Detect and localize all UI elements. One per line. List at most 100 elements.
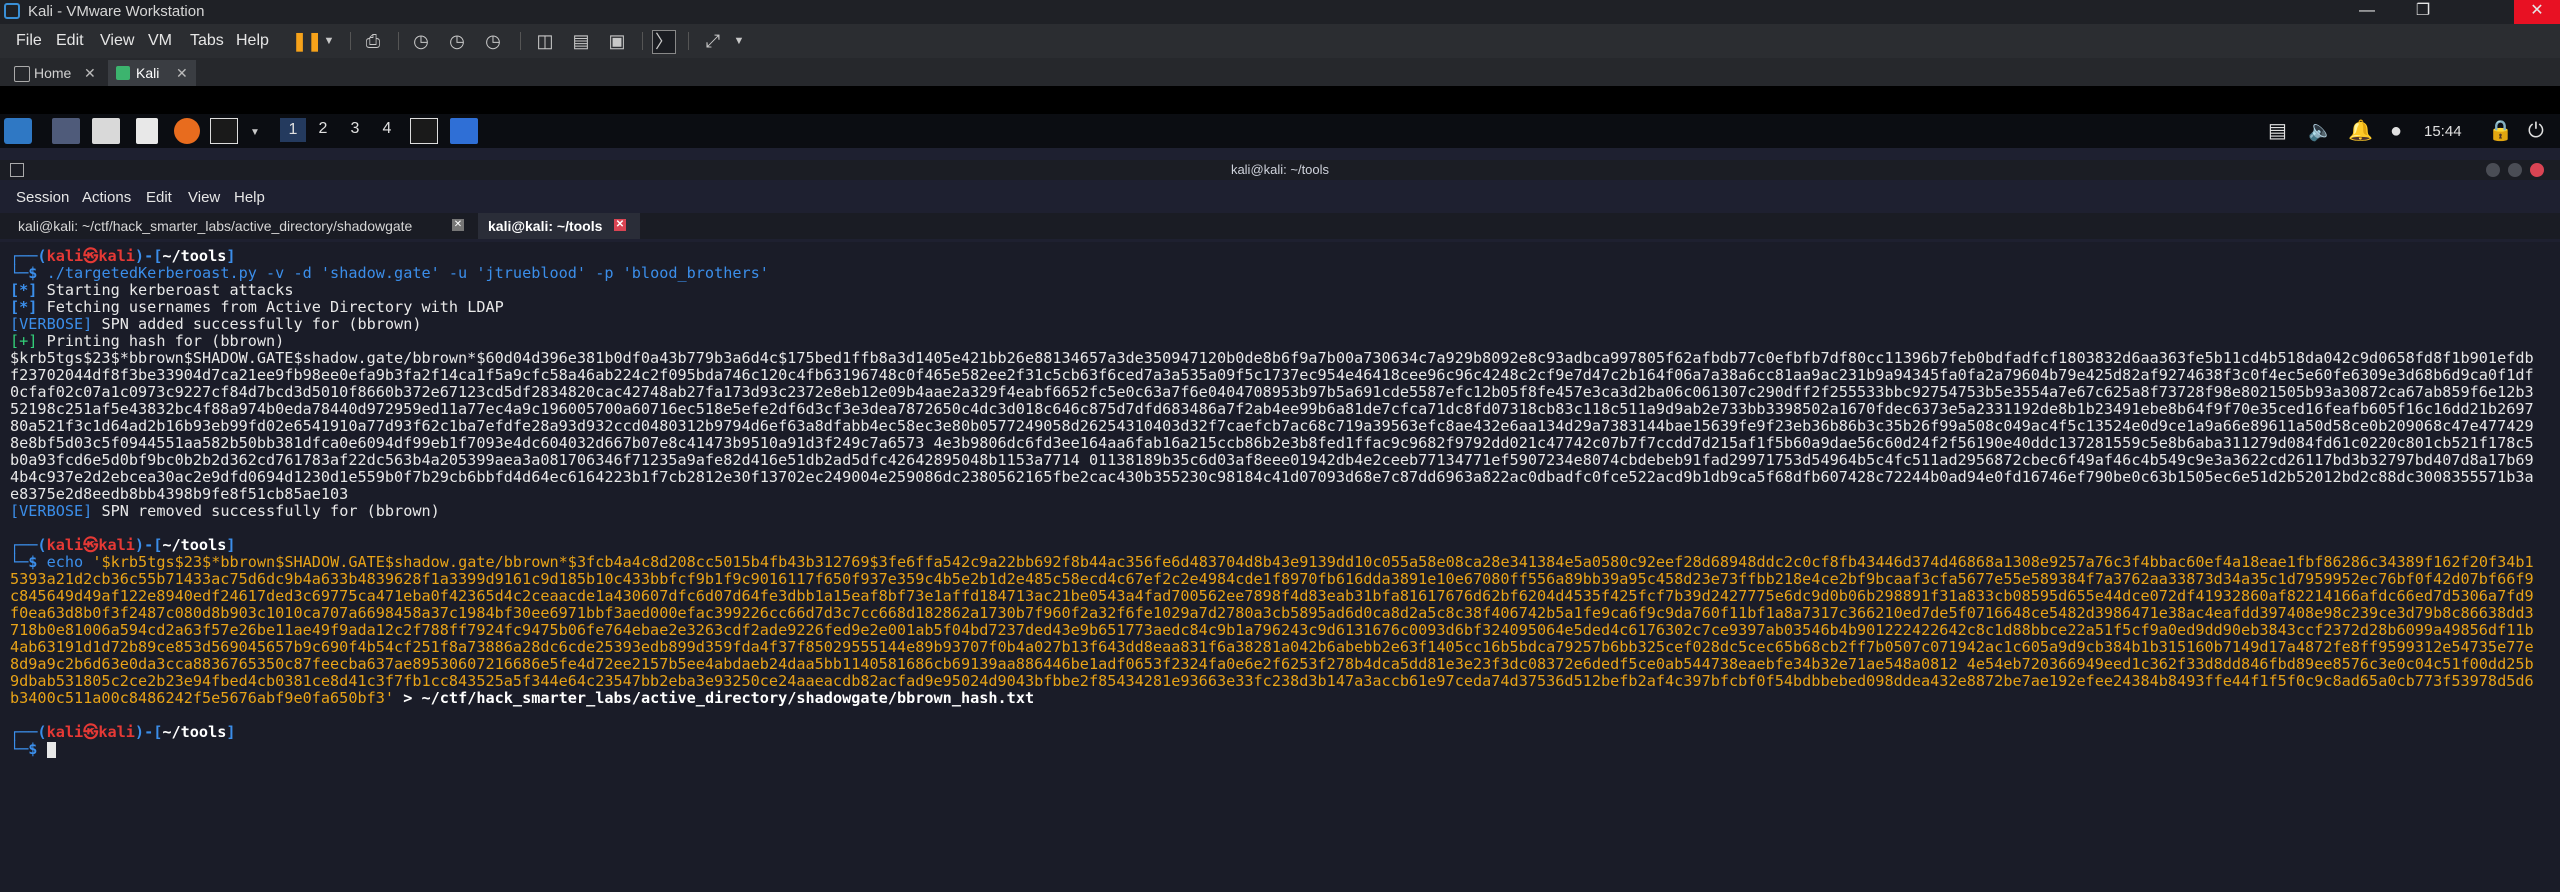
file-manager-icon[interactable] [92,118,120,144]
konsole-title-bar: kali@kali: ~/tools [0,160,2560,180]
volume-icon[interactable]: 🔈 [2308,120,2333,142]
minimize-button[interactable]: — [2344,0,2390,24]
konsole-tab-shadowgate[interactable]: kali@kali: ~/ctf/hack_smarter_labs/activ… [8,213,468,239]
konsole-app-icon [10,163,24,177]
konsole-minimize-button[interactable] [2486,163,2500,177]
close-tab-icon[interactable]: ✕ [84,60,96,86]
konsole-tab-label: kali@kali: ~/tools [488,218,603,234]
toolbar-separator [642,32,643,50]
chevron-down-icon[interactable]: ▼ [244,122,266,144]
fullscreen-icon[interactable]: ▣ [606,30,628,52]
konsole-maximize-button[interactable] [2508,163,2522,177]
menu-view[interactable]: View [100,32,134,50]
workspace-1[interactable]: 1 [280,118,306,142]
workspace-2[interactable]: 2 [310,120,336,138]
desktop-gap [0,148,2560,160]
tab-home[interactable]: Home ✕ [6,60,102,86]
menu-edit[interactable]: Edit [56,32,84,50]
close-tab-icon[interactable]: ✕ [176,60,188,86]
konsole-tab-bar: kali@kali: ~/ctf/hack_smarter_labs/activ… [0,213,2560,239]
task-terminal-icon[interactable] [410,118,438,144]
send-keys-icon[interactable]: ⎙ [362,30,384,52]
toolbar-separator [520,32,521,50]
kerberos-hash-output: $krb5tgs$23$*bbrown$SHADOW.GATE$shadow.g… [10,349,2534,503]
vmware-logo-icon [4,3,20,19]
revert-snapshot-icon[interactable]: ◷ [446,30,468,52]
workspace-4[interactable]: 4 [374,120,400,138]
panel-clock[interactable]: 15:44 [2424,123,2462,140]
toolbar-separator [398,32,399,50]
konsole-close-button[interactable] [2530,163,2544,177]
prompt-host: kali [98,247,135,265]
home-icon [14,66,30,82]
kali-panel: ▼ 1 2 3 4 ▤ 🔈 🔔 ● 15:44 🔒 ⏻ [0,114,2560,148]
vmware-title-bar: Kali - VMware Workstation — ❐ ✕ [0,0,2560,24]
konsole-menu-bar: Session Actions Edit View Help [0,185,2560,209]
chevron-down-icon[interactable]: ▼ [728,30,750,52]
menu-vm[interactable]: VM [148,32,172,50]
echo-hash-argument: '$krb5tgs$23$*bbrown$SHADOW.GATE$shadow.… [10,553,2534,707]
firefox-icon[interactable] [174,118,200,144]
tab-home-label: Home [34,65,72,81]
vmware-tab-bar: Home ✕ Kali ✕ [0,58,2560,86]
close-tab-icon[interactable]: ✕ [452,219,464,231]
output-line: Starting kerberoast attacks [46,281,294,299]
prompt-dir: ~/tools [162,723,227,741]
workspace-3[interactable]: 3 [342,120,368,138]
restore-button[interactable]: ❐ [2400,0,2446,24]
close-tab-icon[interactable]: ✕ [614,219,626,231]
menu-file[interactable]: File [16,32,42,50]
toolbar-separator [350,32,351,50]
text-editor-icon[interactable] [136,118,158,144]
output-line: SPN added successfully for (bbrown) [101,315,422,333]
prompt-dir: ~/tools [162,247,227,265]
show-desktop-icon[interactable] [52,118,80,144]
konsole-tab-label: kali@kali: ~/ctf/hack_smarter_labs/activ… [18,218,413,234]
power-manager-icon[interactable]: ● [2390,120,2402,142]
prompt-user: kali [46,536,84,554]
prompt-user: kali [46,723,84,741]
menu-help[interactable]: Help [236,32,269,50]
konsole-menu-view[interactable]: View [188,189,220,206]
chevron-down-icon[interactable]: ▼ [318,30,340,52]
logout-icon[interactable]: ⏻ [2528,120,2544,142]
konsole-menu-session[interactable]: Session [16,189,69,206]
snapshot-icon[interactable]: ◷ [410,30,432,52]
thumbnail-bar-icon[interactable]: ▤ [570,30,592,52]
konsole-menu-edit[interactable]: Edit [146,189,172,206]
prompt-dir: ~/tools [162,536,227,554]
pause-icon[interactable]: ❚❚ [292,30,322,52]
terminal-cursor [46,741,56,758]
command-echo: echo [46,553,84,571]
command-redirect-path: > ~/ctf/hack_smarter_labs/active_directo… [403,689,1035,707]
tab-kali[interactable]: Kali ✕ [108,60,196,86]
konsole-title: kali@kali: ~/tools [1230,162,1330,177]
output-line: Printing hash for (bbrown) [46,332,285,350]
console-view-icon[interactable]: 〉 [652,30,676,54]
task-folder-icon[interactable] [450,118,478,144]
vm-icon [116,66,130,80]
kali-menu-icon[interactable] [4,118,32,144]
prompt-host: kali [98,723,135,741]
stretch-guest-icon[interactable]: ⤢ [702,30,724,52]
menu-tabs[interactable]: Tabs [190,32,224,50]
window-title: Kali - VMware Workstation [28,3,205,20]
snapshot-manager-icon[interactable]: ◷ [482,30,504,52]
lock-screen-icon[interactable]: 🔒 [2488,120,2513,142]
konsole-tab-tools[interactable]: kali@kali: ~/tools ✕ [478,213,640,239]
notifications-icon[interactable]: 🔔 [2348,120,2373,142]
sidebar-toggle-icon[interactable]: ◫ [534,30,556,52]
prompt-host: kali [98,536,135,554]
konsole-menu-help[interactable]: Help [234,189,265,206]
prompt-user: kali [46,247,84,265]
close-button[interactable]: ✕ [2514,0,2560,24]
terminal-icon[interactable] [210,118,238,144]
output-line: Fetching usernames from Active Directory… [46,298,504,316]
vmware-menu-bar: File Edit View VM Tabs Help ❚❚ ▼ ⎙ ◷ ◷ ◷… [0,24,2560,58]
konsole-menu-actions[interactable]: Actions [82,189,131,206]
tab-kali-label: Kali [136,65,160,81]
output-line: SPN removed successfully for (bbrown) [101,502,440,520]
terminal-output[interactable]: ┌──(kali㉿kali)-[~/tools] └─$ ./targetedK… [0,242,2560,892]
network-icon[interactable]: ▤ [2268,120,2287,142]
toolbar-separator [688,32,689,50]
